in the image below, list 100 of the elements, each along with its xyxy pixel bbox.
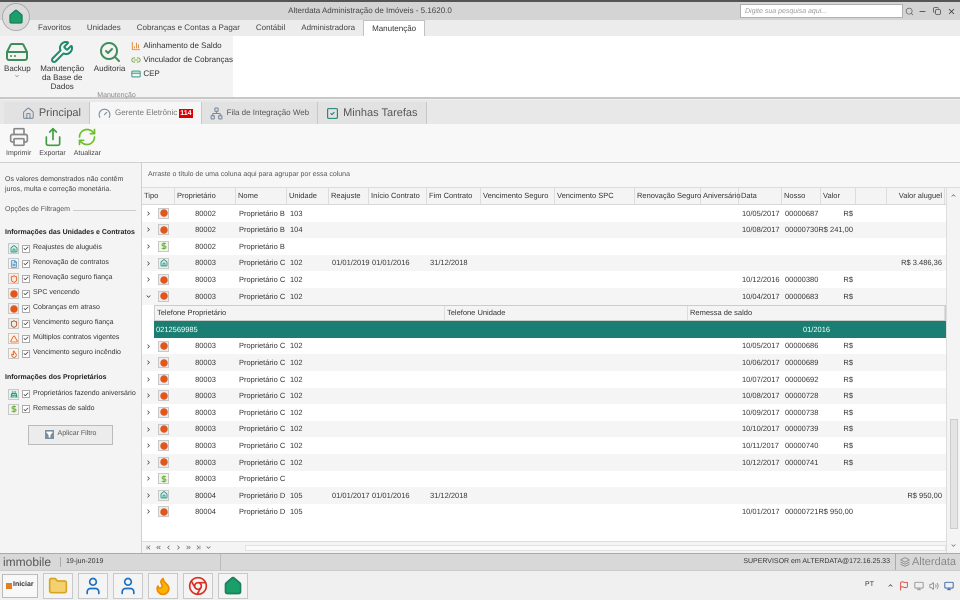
ribbon-button[interactable]: Auditoria bbox=[94, 40, 126, 73]
ribbon-tab[interactable]: Administradora bbox=[293, 20, 364, 36]
expand-icon[interactable] bbox=[145, 242, 152, 250]
expand-icon[interactable] bbox=[145, 492, 152, 499]
filter-checkbox[interactable] bbox=[22, 274, 30, 282]
adjust-icon bbox=[158, 490, 169, 501]
expand-icon[interactable] bbox=[145, 260, 152, 267]
next-row-icon[interactable] bbox=[175, 544, 182, 551]
filter-checkbox[interactable] bbox=[22, 290, 30, 298]
brand-name: Alterdata bbox=[912, 554, 956, 570]
charge-icon bbox=[158, 208, 169, 219]
taskbar-app[interactable] bbox=[182, 572, 213, 598]
scroll-down-icon[interactable] bbox=[950, 542, 957, 549]
refresh-icon bbox=[77, 126, 98, 147]
expand-icon[interactable] bbox=[145, 458, 152, 466]
first-page-icon[interactable] bbox=[145, 544, 152, 551]
ribbon-button[interactable]: Alinhamento de Saldo bbox=[131, 40, 233, 52]
expand-icon[interactable] bbox=[145, 376, 152, 383]
charge-icon bbox=[158, 390, 169, 402]
balance-icon bbox=[8, 404, 19, 414]
restore-icon[interactable] bbox=[933, 7, 941, 15]
expand-icon[interactable] bbox=[145, 442, 152, 450]
filter-checkbox[interactable] bbox=[22, 350, 30, 358]
filter-caret-icon[interactable] bbox=[205, 544, 212, 551]
desktop-icon[interactable] bbox=[944, 580, 954, 590]
ribbon-tab[interactable]: Manutenção bbox=[363, 20, 426, 36]
ribbon-tab[interactable]: Contábil bbox=[248, 20, 294, 36]
ribbon-tab[interactable]: Cobranças e Contas a Pagar bbox=[128, 20, 248, 36]
scroll-up-icon[interactable] bbox=[950, 192, 957, 199]
browser-icon bbox=[188, 576, 208, 596]
expand-icon[interactable] bbox=[145, 508, 152, 516]
previous-page-icon[interactable] bbox=[155, 544, 162, 551]
previous-row-icon[interactable] bbox=[165, 544, 172, 551]
card-icon bbox=[131, 69, 142, 79]
flag-icon[interactable] bbox=[899, 580, 909, 590]
export-icon bbox=[42, 126, 63, 147]
queue-icon bbox=[210, 106, 223, 120]
horizontal-scrollbar[interactable] bbox=[245, 544, 946, 550]
expand-icon[interactable] bbox=[145, 226, 152, 234]
brand-logo-icon bbox=[900, 557, 910, 567]
ribbon-tab[interactable]: Favoritos bbox=[30, 20, 79, 36]
balance-icon bbox=[158, 473, 169, 484]
filter-checkbox[interactable] bbox=[22, 244, 30, 252]
charge-icon bbox=[8, 303, 19, 314]
backup-icon bbox=[5, 40, 30, 64]
ribbon-button[interactable]: Vinculador de Cobranças bbox=[131, 54, 233, 66]
volume-icon[interactable] bbox=[929, 580, 939, 590]
filter-checkbox[interactable] bbox=[22, 304, 30, 312]
adjust-icon bbox=[158, 258, 169, 269]
ribbon-button[interactable]: Manutenção da Base de Dados bbox=[36, 40, 88, 91]
document-tab[interactable]: Fila de Integração Web bbox=[202, 102, 318, 124]
ribbon-tab[interactable]: Unidades bbox=[78, 20, 129, 36]
scrollbar-thumb[interactable] bbox=[950, 419, 958, 529]
charge-icon bbox=[158, 424, 169, 435]
home-icon bbox=[22, 106, 35, 120]
charge-icon bbox=[158, 456, 169, 468]
charge-icon bbox=[158, 224, 169, 236]
expand-icon[interactable] bbox=[145, 342, 152, 350]
collapse-icon[interactable] bbox=[145, 292, 152, 300]
charge-icon bbox=[158, 440, 169, 452]
next-page-icon[interactable] bbox=[185, 544, 192, 551]
filter-checkbox[interactable] bbox=[22, 405, 30, 413]
spc-icon bbox=[8, 288, 19, 299]
renewal-icon bbox=[8, 258, 19, 269]
filter-checkbox[interactable] bbox=[22, 390, 30, 398]
document-tab[interactable]: Principal bbox=[4, 102, 90, 124]
expand-icon[interactable] bbox=[145, 210, 152, 217]
expand-icon[interactable] bbox=[145, 475, 152, 482]
charge-icon bbox=[158, 340, 169, 352]
charge-icon bbox=[158, 274, 169, 286]
expand-icon[interactable] bbox=[145, 276, 152, 284]
vertical-scrollbar[interactable] bbox=[946, 188, 960, 553]
filter-checkbox[interactable] bbox=[22, 334, 30, 342]
taskbar-app[interactable] bbox=[78, 572, 108, 598]
adjust-icon bbox=[8, 243, 19, 254]
taskbar-app[interactable] bbox=[112, 572, 143, 598]
link-icon bbox=[131, 55, 142, 65]
expand-icon[interactable] bbox=[145, 392, 152, 400]
align-icon bbox=[131, 41, 142, 51]
home-icon bbox=[222, 576, 243, 596]
database-icon bbox=[50, 40, 74, 64]
fire-icon bbox=[8, 348, 19, 359]
document-tab[interactable]: Minhas Tarefas bbox=[318, 102, 427, 124]
search-icon[interactable] bbox=[905, 6, 914, 16]
birthday-icon bbox=[8, 388, 19, 400]
close-icon[interactable] bbox=[947, 6, 956, 16]
expand-icon[interactable] bbox=[145, 408, 152, 416]
tray-expand-icon[interactable] bbox=[887, 582, 894, 589]
taskbar-app[interactable] bbox=[218, 572, 248, 598]
filter-checkbox[interactable] bbox=[22, 260, 30, 268]
ribbon-button[interactable]: Backup bbox=[4, 40, 31, 79]
filter-checkbox[interactable] bbox=[22, 320, 30, 328]
expand-icon[interactable] bbox=[145, 359, 152, 366]
last-page-icon[interactable] bbox=[195, 544, 202, 551]
charge-icon bbox=[158, 506, 169, 518]
folder-icon bbox=[48, 576, 68, 596]
expand-icon[interactable] bbox=[145, 426, 152, 433]
ribbon-button[interactable]: CEP bbox=[131, 68, 233, 80]
filter-icon bbox=[44, 430, 54, 439]
balance-icon bbox=[158, 240, 169, 252]
